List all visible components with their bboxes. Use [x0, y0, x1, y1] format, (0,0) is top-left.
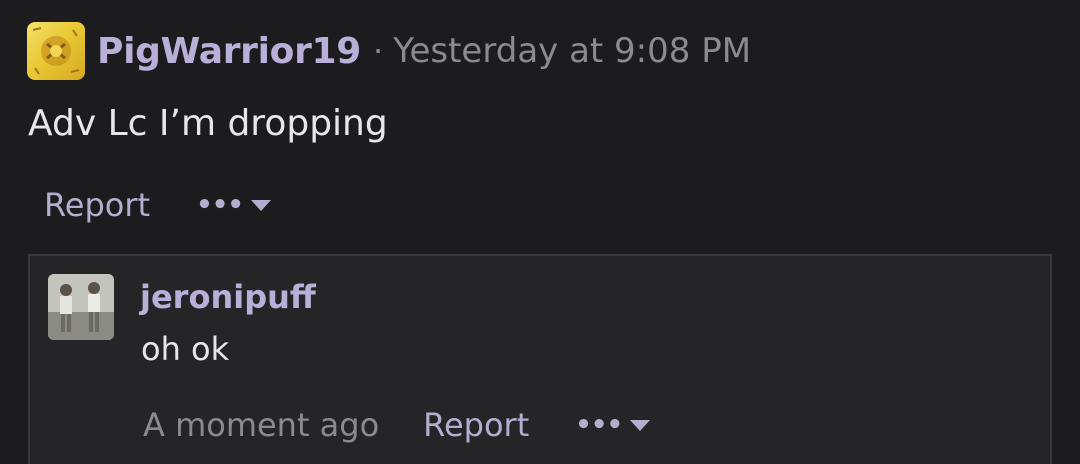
- author-username[interactable]: PigWarrior19: [97, 31, 361, 72]
- header-separator: ·: [373, 32, 384, 70]
- reply-more-options-button[interactable]: •••: [575, 410, 651, 440]
- post-body: Adv Lc I’m dropping: [28, 103, 388, 144]
- reply-avatar[interactable]: [48, 274, 114, 340]
- more-dots-icon: •••: [196, 190, 244, 220]
- post-timestamp[interactable]: Yesterday at 9:08 PM: [393, 31, 751, 71]
- post-actions: Report •••: [44, 180, 271, 230]
- caret-down-icon: [630, 419, 651, 431]
- report-button[interactable]: Report: [44, 186, 150, 224]
- avatar-image: [32, 27, 80, 75]
- more-options-button[interactable]: •••: [196, 192, 271, 218]
- reply-timestamp[interactable]: A moment ago: [143, 406, 379, 444]
- reply-body: oh ok: [141, 330, 230, 368]
- more-dots-icon: •••: [575, 410, 623, 440]
- post-header: PigWarrior19 · Yesterday at 9:08 PM: [27, 22, 751, 80]
- thread-page: PigWarrior19 · Yesterday at 9:08 PM Adv …: [0, 0, 1080, 464]
- avatar-image: [48, 274, 114, 340]
- reply-report-button[interactable]: Report: [423, 406, 529, 444]
- reply-actions: A moment ago Report •••: [143, 402, 651, 448]
- reply-card: jeronipuff oh ok A moment ago Report •••: [28, 254, 1052, 464]
- author-avatar[interactable]: [27, 22, 85, 80]
- caret-down-icon: [250, 199, 271, 211]
- reply-username[interactable]: jeronipuff: [140, 278, 316, 316]
